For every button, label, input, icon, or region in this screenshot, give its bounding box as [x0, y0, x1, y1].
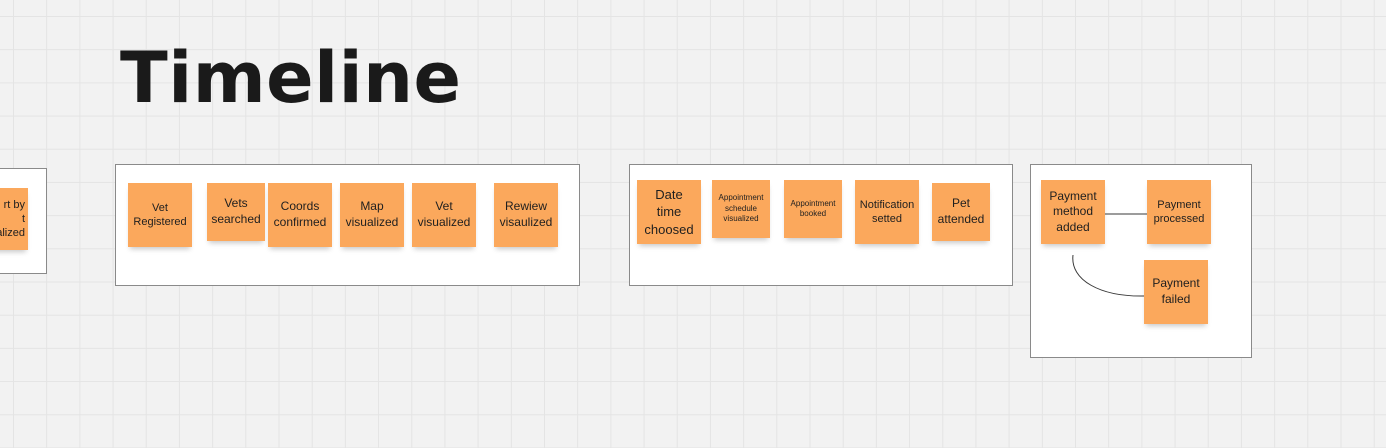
- board-title: Timeline: [120, 37, 462, 119]
- sticky-appointment-booked[interactable]: Appointment booked: [784, 180, 842, 238]
- sticky-payment-processed[interactable]: Payment processed: [1147, 180, 1211, 244]
- sticky-partial[interactable]: rt by t alized: [0, 188, 28, 250]
- sticky-date-time-choosed[interactable]: Date time choosed: [637, 180, 701, 244]
- sticky-vet-visualized[interactable]: Vet visualized: [412, 183, 476, 247]
- sticky-map-visualized[interactable]: Map visualized: [340, 183, 404, 247]
- sticky-payment-failed[interactable]: Payment failed: [1144, 260, 1208, 324]
- sticky-appointment-schedule-visualized[interactable]: Appointment schedule visualized: [712, 180, 770, 238]
- sticky-notification-setted[interactable]: Notification setted: [855, 180, 919, 244]
- sticky-rewiew-visaulized[interactable]: Rewiew visaulized: [494, 183, 558, 247]
- sticky-vets-searched[interactable]: Vets searched: [207, 183, 265, 241]
- sticky-coords-confirmed[interactable]: Coords confirmed: [268, 183, 332, 247]
- sticky-pet-attended[interactable]: Pet attended: [932, 183, 990, 241]
- sticky-vet-registered[interactable]: Vet Registered: [128, 183, 192, 247]
- sticky-payment-method-added[interactable]: Payment method added: [1041, 180, 1105, 244]
